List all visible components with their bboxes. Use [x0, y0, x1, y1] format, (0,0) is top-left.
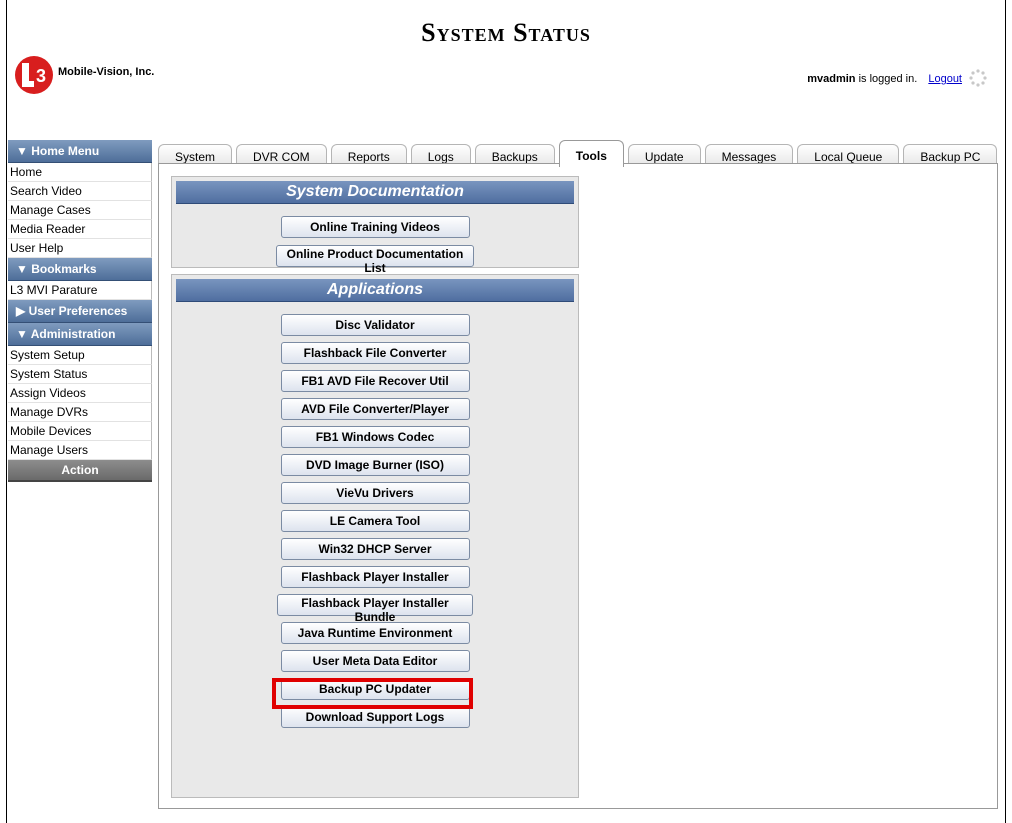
download-support-logs-button[interactable]: Download Support Logs [280, 706, 470, 728]
sidebar: ▼ Home Menu Home Search Video Manage Cas… [8, 140, 152, 482]
sidebar-item-system-status[interactable]: System Status [8, 365, 152, 384]
sidebar-item-home[interactable]: Home [8, 163, 152, 182]
sidebar-item-manage-users[interactable]: Manage Users [8, 441, 152, 460]
company-name: Mobile-Vision, Inc. [58, 66, 155, 78]
win32-dhcp-server-button[interactable]: Win32 DHCP Server [280, 538, 470, 560]
le-camera-tool-button[interactable]: LE Camera Tool [280, 510, 470, 532]
sidebar-item-l3-mvi-parature[interactable]: L3 MVI Parature [8, 281, 152, 300]
applications-section: Applications Disc Validator Flashback Fi… [171, 274, 579, 798]
sidebar-item-user-help[interactable]: User Help [8, 239, 152, 258]
sidebar-item-manage-dvrs[interactable]: Manage DVRs [8, 403, 152, 422]
company-logo: 3 Mobile-Vision, Inc. [14, 55, 154, 95]
sidebar-user-preferences-header[interactable]: ▶ User Preferences [8, 300, 152, 323]
flashback-player-installer-button[interactable]: Flashback Player Installer [280, 566, 470, 588]
tab-tools[interactable]: Tools [558, 140, 624, 167]
logged-in-text: is logged in. [858, 73, 918, 85]
sidebar-item-manage-cases[interactable]: Manage Cases [8, 201, 152, 220]
flashback-player-installer-bundle-button[interactable]: Flashback Player Installer Bundle [277, 594, 473, 624]
username: mvadmin [807, 73, 856, 85]
applications-heading: Applications [176, 279, 574, 302]
flashback-file-converter-button[interactable]: Flashback File Converter [280, 342, 470, 364]
login-status: mvadmin is logged in. Logout [807, 73, 962, 85]
applications-button-list: Disc Validator Flashback File Converter … [172, 302, 578, 728]
sidebar-home-menu-header[interactable]: ▼ Home Menu [8, 140, 152, 163]
online-training-videos-button[interactable]: Online Training Videos [280, 216, 470, 238]
sidebar-item-system-setup[interactable]: System Setup [8, 346, 152, 365]
avd-file-converter-player-button[interactable]: AVD File Converter/Player [280, 398, 470, 420]
svg-text:3: 3 [36, 66, 46, 86]
user-meta-data-editor-button[interactable]: User Meta Data Editor [280, 650, 470, 672]
dvd-image-burner-button[interactable]: DVD Image Burner (ISO) [280, 454, 470, 476]
l3-logo-icon: 3 [15, 56, 53, 94]
sidebar-administration-header[interactable]: ▼ Administration [8, 323, 152, 346]
system-documentation-heading: System Documentation [176, 181, 574, 204]
sidebar-item-search-video[interactable]: Search Video [8, 182, 152, 201]
loading-spinner-icon [969, 69, 987, 87]
vievu-drivers-button[interactable]: VieVu Drivers [280, 482, 470, 504]
backup-pc-updater-highlight-box [272, 678, 473, 709]
sidebar-item-mobile-devices[interactable]: Mobile Devices [8, 422, 152, 441]
tools-panel: System Documentation Online Training Vid… [158, 163, 998, 809]
java-runtime-environment-button[interactable]: Java Runtime Environment [280, 622, 470, 644]
online-product-documentation-list-button[interactable]: Online Product Documentation List [276, 245, 474, 275]
sidebar-item-media-reader[interactable]: Media Reader [8, 220, 152, 239]
logout-link[interactable]: Logout [928, 73, 962, 85]
sidebar-bookmarks-header[interactable]: ▼ Bookmarks [8, 258, 152, 281]
disc-validator-button[interactable]: Disc Validator [280, 314, 470, 336]
fb1-windows-codec-button[interactable]: FB1 Windows Codec [280, 426, 470, 448]
fb1-avd-file-recover-util-button[interactable]: FB1 AVD File Recover Util [280, 370, 470, 392]
sidebar-item-assign-videos[interactable]: Assign Videos [8, 384, 152, 403]
system-documentation-section: System Documentation Online Training Vid… [171, 176, 579, 275]
sidebar-action-header: Action [8, 460, 152, 482]
page-title: System Status [421, 18, 591, 47]
